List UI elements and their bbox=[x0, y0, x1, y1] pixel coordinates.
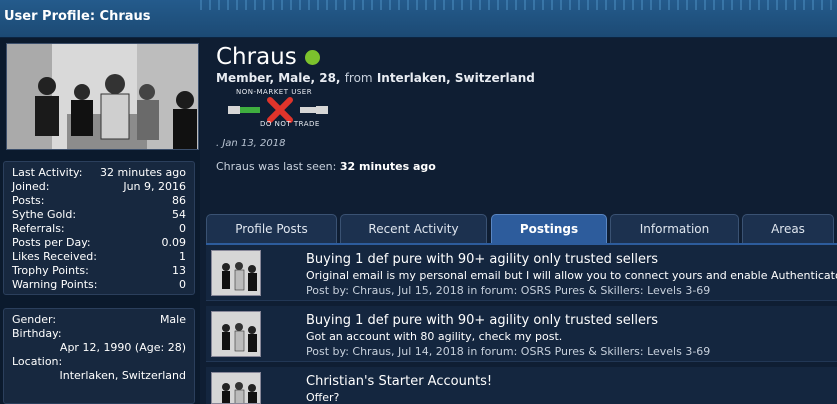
badge-bottom-text: DO NOT TRADE bbox=[260, 120, 320, 128]
stat-row: Warning Points: 0 bbox=[12, 278, 186, 292]
stat-value: Jun 9, 2016 bbox=[123, 180, 186, 193]
stat-value: 0 bbox=[179, 278, 186, 291]
stat-row: Referrals: 0 bbox=[12, 222, 186, 236]
online-status-icon bbox=[304, 49, 320, 65]
do-not-trade-badge: NON-MARKET USER DO NOT TRADE bbox=[228, 88, 330, 130]
stat-label: Last Activity: bbox=[12, 166, 83, 179]
header-decoration bbox=[200, 0, 837, 10]
stat-row: Likes Received: 1 bbox=[12, 250, 186, 264]
post-avatar[interactable] bbox=[211, 250, 261, 296]
post-title[interactable]: Buying 1 def pure with 90+ agility only … bbox=[306, 252, 658, 267]
post-snippet: Original email is my personal email but … bbox=[306, 269, 837, 282]
member-info: Member, Male, 28, from Interlaken, Switz… bbox=[216, 71, 535, 85]
stat-value[interactable]: 13 bbox=[172, 264, 186, 278]
stat-value: 32 minutes ago bbox=[100, 166, 186, 179]
tab-recent-activity[interactable]: Recent Activity bbox=[340, 214, 487, 244]
avatar-thumbnail bbox=[212, 373, 260, 403]
tab-profile-posts[interactable]: Profile Posts bbox=[206, 214, 337, 244]
avatar-thumbnail bbox=[212, 312, 260, 356]
stat-label: Sythe Gold: bbox=[12, 208, 77, 221]
page-header: User Profile: Chraus bbox=[0, 0, 837, 38]
member-info-text: Member, Male, 28, bbox=[216, 71, 341, 85]
profile-header: Chraus Member, Male, 28, from Interlaken… bbox=[216, 44, 535, 85]
last-seen-label: Chraus was last seen: bbox=[216, 160, 337, 173]
avatar-thumbnail bbox=[212, 251, 260, 295]
list-item[interactable]: Buying 1 def pure with 90+ agility only … bbox=[206, 245, 837, 301]
badge-top-text: NON-MARKET USER bbox=[236, 88, 313, 96]
stat-label: Likes Received: bbox=[12, 250, 97, 263]
stat-label: Trophy Points: bbox=[12, 264, 89, 277]
avatar[interactable] bbox=[6, 43, 199, 150]
details-panel: Gender: Male Birthday: Apr 12, 1990 (Age:… bbox=[3, 308, 195, 404]
gender-label: Gender: bbox=[12, 313, 57, 326]
stat-label: Posts per Day: bbox=[12, 236, 91, 249]
tab-postings[interactable]: Postings bbox=[491, 214, 607, 244]
location-value[interactable]: Interlaken, Switzerland bbox=[60, 369, 187, 383]
username: Chraus bbox=[216, 44, 297, 70]
birthday-label: Birthday: bbox=[12, 327, 62, 340]
location-value-row: Interlaken, Switzerland bbox=[12, 369, 187, 383]
location-row: Location: bbox=[12, 355, 186, 369]
stat-row: Last Activity: 32 minutes ago bbox=[12, 166, 186, 180]
post-avatar[interactable] bbox=[211, 372, 261, 404]
stat-row: Trophy Points: 13 bbox=[12, 264, 186, 278]
stat-label: Warning Points: bbox=[12, 278, 98, 291]
post-title[interactable]: Christian's Starter Accounts! bbox=[306, 374, 492, 389]
stats-panel: Last Activity: 32 minutes ago Joined: Jun … bbox=[3, 161, 195, 295]
stat-label: Referrals: bbox=[12, 222, 65, 235]
avatar-image bbox=[7, 44, 198, 149]
last-seen-value: 32 minutes ago bbox=[339, 160, 436, 173]
post-meta: Post by: Chraus, Jul 14, 2018 in forum: … bbox=[306, 345, 711, 358]
post-title[interactable]: Buying 1 def pure with 90+ agility only … bbox=[306, 313, 658, 328]
gender-value: Male bbox=[159, 313, 186, 326]
post-meta: Post by: Chraus, Jul 15, 2018 in forum: … bbox=[306, 284, 711, 297]
join-date: . Jan 13, 2018 bbox=[216, 138, 286, 149]
stat-row: Posts per Day: 0.09 bbox=[12, 236, 186, 250]
stat-value[interactable]: 86 bbox=[172, 194, 186, 208]
from-label: from bbox=[344, 71, 373, 85]
stat-row: Sythe Gold: 54 bbox=[12, 208, 186, 222]
location-label: Location: bbox=[12, 355, 63, 368]
profile-tabs: Profile Posts Recent Activity Postings I… bbox=[206, 214, 837, 244]
post-snippet: Got an account with 80 agility, check my… bbox=[306, 330, 563, 343]
birthday-value: Apr 12, 1990 (Age: 28) bbox=[59, 341, 186, 354]
post-snippet: Offer? bbox=[306, 391, 340, 404]
stat-value: 0 bbox=[179, 222, 186, 235]
stat-label: Posts: bbox=[12, 194, 45, 207]
profile-sidebar: Last Activity: 32 minutes ago Joined: Jun … bbox=[0, 38, 200, 404]
stat-row: Posts: 86 bbox=[12, 194, 186, 208]
stat-row: Joined: Jun 9, 2016 bbox=[12, 180, 186, 194]
stat-value: 1 bbox=[179, 250, 186, 263]
gender-row: Gender: Male bbox=[12, 313, 186, 327]
page-title: User Profile: Chraus bbox=[4, 9, 151, 24]
last-seen: Chraus was last seen: 32 minutes ago bbox=[216, 160, 436, 173]
username-heading: Chraus bbox=[216, 44, 535, 70]
birthday-value-row: Apr 12, 1990 (Age: 28) bbox=[12, 341, 186, 355]
stat-value: 54 bbox=[172, 208, 186, 221]
tab-information[interactable]: Information bbox=[610, 214, 739, 244]
stat-label: Joined: bbox=[12, 180, 50, 193]
list-item[interactable]: Christian's Starter Accounts! Offer? bbox=[206, 367, 837, 404]
birthday-row: Birthday: bbox=[12, 327, 186, 341]
post-avatar[interactable] bbox=[211, 311, 261, 357]
tab-areas[interactable]: Areas bbox=[742, 214, 834, 244]
stat-value: 0.09 bbox=[161, 236, 187, 249]
member-location[interactable]: Interlaken, Switzerland bbox=[377, 71, 535, 85]
list-item[interactable]: Buying 1 def pure with 90+ agility only … bbox=[206, 306, 837, 362]
